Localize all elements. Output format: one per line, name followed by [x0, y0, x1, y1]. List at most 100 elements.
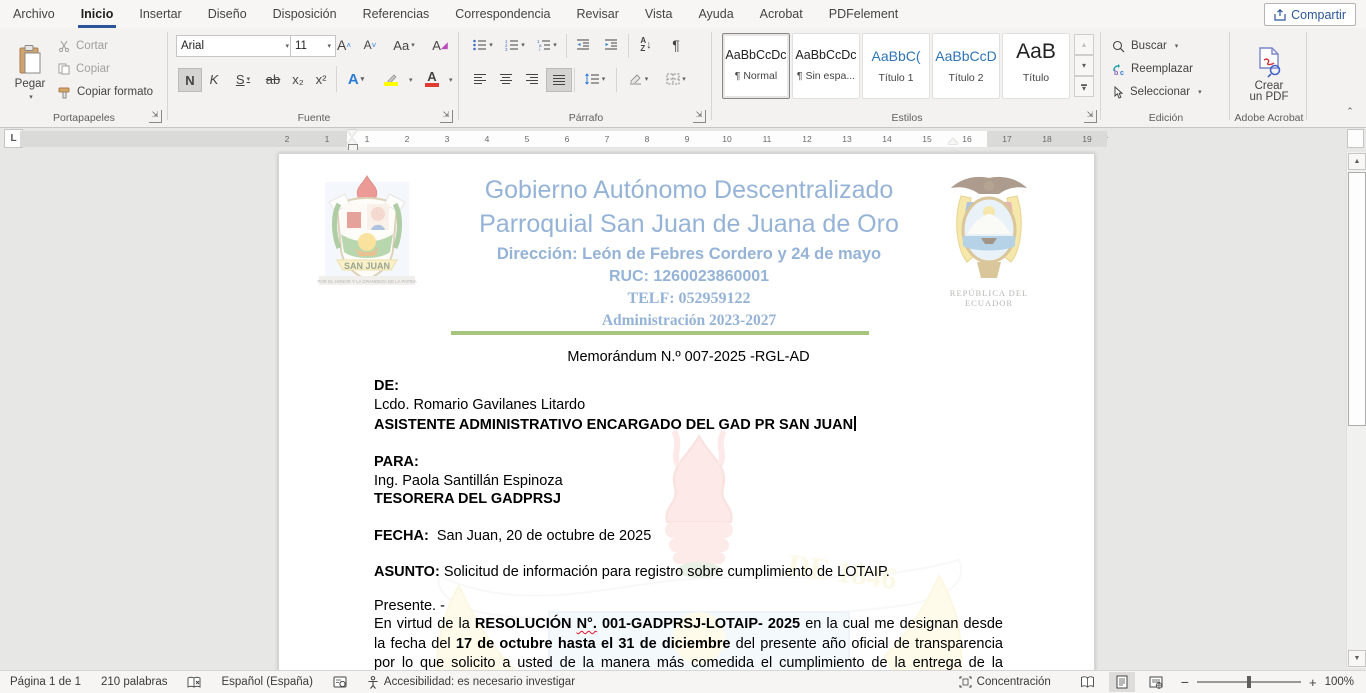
clear-formatting-button[interactable]: A◢ — [427, 34, 453, 56]
style-card[interactable]: AaB Título — [1002, 33, 1070, 99]
group-editing: Buscar▾ bc Reemplazar Seleccionar▾ Edici… — [1102, 28, 1230, 127]
scroll-up-button[interactable]: ▲ — [1348, 153, 1366, 170]
vertical-scrollbar[interactable]: ▲ ▼ — [1346, 152, 1366, 668]
svg-text:POR EL HONOR Y LA GRANDEZA DE: POR EL HONOR Y LA GRANDEZA DE LA PATRIA — [317, 279, 416, 284]
read-mode-button[interactable] — [1075, 672, 1101, 692]
shrink-font-button[interactable]: A˅ — [358, 34, 382, 56]
ruler-number: 18 — [1027, 131, 1067, 147]
accessibility-checker[interactable]: Accesibilidad: es necesario investigar — [357, 671, 585, 693]
decrease-indent-button[interactable] — [570, 34, 596, 56]
ribbon-tab[interactable]: Insertar — [126, 0, 194, 28]
justify-button[interactable] — [546, 68, 572, 92]
ruler-toggle-box[interactable] — [1347, 129, 1364, 148]
ribbon-tab[interactable]: Archivo — [0, 0, 68, 28]
ribbon-tab[interactable]: Inicio — [68, 0, 127, 28]
style-card[interactable]: AaBbCcD Título 2 — [932, 33, 1000, 99]
ruler-number: 4 — [467, 131, 507, 147]
font-family-combo[interactable]: Arial▾ — [176, 35, 294, 57]
first-line-indent-marker[interactable] — [347, 130, 357, 137]
ribbon-tab[interactable]: Correspondencia — [442, 0, 563, 28]
select-button[interactable]: Seleccionar▾ — [1112, 82, 1224, 102]
org-title-line2: Parroquial San Juan de Juana de Oro — [409, 210, 969, 239]
underline-button[interactable]: S▾ — [228, 68, 258, 90]
align-left-button[interactable] — [468, 68, 492, 90]
ribbon-tab[interactable]: Acrobat — [747, 0, 816, 28]
format-painter-button[interactable]: Copiar formato — [58, 82, 166, 102]
scroll-down-button[interactable]: ▼ — [1348, 650, 1366, 667]
bullets-button[interactable]: ▾ — [468, 34, 498, 56]
word-count[interactable]: 210 palabras — [91, 671, 178, 693]
grow-font-button[interactable]: A˄ — [332, 34, 356, 56]
ruler-number: 14 — [867, 131, 907, 147]
italic-button[interactable]: K — [203, 68, 225, 90]
paragraph-dialog-launcher[interactable]: ⇲ — [693, 110, 706, 123]
web-layout-button[interactable] — [1143, 672, 1169, 692]
focus-mode-button[interactable]: Concentración — [949, 671, 1061, 693]
numbering-button[interactable]: 123▾ — [500, 34, 530, 56]
borders-icon — [666, 73, 680, 85]
replace-button[interactable]: bc Reemplazar — [1112, 59, 1222, 79]
styles-more-button[interactable]: ▬▾ — [1074, 76, 1094, 97]
cut-button[interactable]: Cortar — [58, 36, 158, 56]
language-indicator[interactable]: Español (España) — [211, 671, 322, 693]
shading-button[interactable]: ▾ — [621, 68, 655, 90]
styles-scroll-up-button[interactable]: ▴ — [1074, 34, 1094, 55]
paste-button[interactable]: Pegar ▾ — [8, 34, 52, 112]
chevron-down-icon[interactable]: ▾ — [409, 76, 413, 84]
collapse-ribbon-button[interactable]: ⌃ — [1340, 102, 1360, 120]
zoom-out-button[interactable]: − — [1181, 674, 1189, 690]
chevron-down-icon[interactable]: ▾ — [449, 76, 453, 84]
bold-button[interactable]: N — [178, 68, 202, 92]
right-indent-marker[interactable] — [948, 138, 958, 144]
horizontal-ruler[interactable]: 21 12345678910111213141516 171819 — [20, 131, 1107, 147]
align-center-button[interactable] — [494, 68, 518, 90]
subscript-button[interactable]: x₂ — [287, 68, 309, 90]
proofing-icon — [187, 676, 201, 689]
create-pdf-button[interactable]: Crear un PDF — [1241, 34, 1297, 114]
page-indicator[interactable]: Página 1 de 1 — [0, 671, 91, 693]
font-size-combo[interactable]: 11▾ — [290, 35, 336, 57]
style-card[interactable]: AaBbCcDc ¶ Sin espa... — [792, 33, 860, 99]
proofing-status[interactable] — [177, 671, 211, 693]
ribbon-tab[interactable]: PDFelement — [816, 0, 911, 28]
zoom-slider-handle[interactable] — [1247, 676, 1251, 688]
ribbon-tab[interactable]: Diseño — [195, 0, 260, 28]
multilevel-list-button[interactable]: 1ai▾ — [532, 34, 562, 56]
document-canvas[interactable]: DE 1846 — [0, 150, 1366, 670]
styles-dialog-launcher[interactable]: ⇲ — [1084, 110, 1097, 123]
font-dialog-launcher[interactable]: ⇲ — [440, 110, 453, 123]
ribbon-tab[interactable]: Revisar — [563, 0, 631, 28]
group-label: Adobe Acrobat — [1231, 112, 1307, 124]
superscript-button[interactable]: x² — [310, 68, 332, 90]
sort-button[interactable]: AZ ↓ — [632, 34, 660, 56]
highlight-button[interactable] — [375, 68, 407, 90]
increase-indent-button[interactable] — [598, 34, 624, 56]
style-card[interactable]: AaBbC( Título 1 — [862, 33, 930, 99]
borders-button[interactable]: ▾ — [659, 68, 693, 90]
print-layout-button[interactable] — [1109, 672, 1135, 692]
change-case-button[interactable]: Aa▾ — [388, 34, 420, 56]
line-spacing-button[interactable]: ▾ — [579, 68, 611, 90]
zoom-in-button[interactable]: + — [1309, 675, 1317, 690]
shading-icon — [628, 73, 643, 86]
font-color-button[interactable]: A — [417, 68, 447, 90]
align-right-button[interactable] — [520, 68, 544, 90]
zoom-slider[interactable] — [1197, 681, 1301, 683]
ribbon-tab[interactable]: Vista — [632, 0, 686, 28]
ribbon-tab[interactable]: Ayuda — [685, 0, 746, 28]
clipboard-dialog-launcher[interactable]: ⇲ — [149, 110, 162, 123]
scrollbar-thumb[interactable] — [1348, 172, 1366, 426]
text-effects-button[interactable]: A▾ — [341, 68, 371, 90]
copy-button[interactable]: Copiar — [58, 59, 158, 79]
strikethrough-button[interactable]: ab — [261, 68, 285, 90]
zoom-level[interactable]: 100% — [1325, 676, 1354, 688]
style-card[interactable]: AaBbCcDc ¶ Normal — [722, 33, 790, 99]
document-page[interactable]: DE 1846 — [278, 153, 1095, 670]
show-marks-button[interactable]: ¶ — [664, 34, 688, 56]
display-settings[interactable] — [323, 671, 357, 693]
find-button[interactable]: Buscar▾ — [1112, 36, 1222, 56]
ribbon-tab[interactable]: Referencias — [350, 0, 443, 28]
styles-scroll-down-button[interactable]: ▾ — [1074, 55, 1094, 76]
share-button[interactable]: Compartir — [1264, 3, 1356, 26]
ribbon-tab[interactable]: Disposición — [260, 0, 350, 28]
